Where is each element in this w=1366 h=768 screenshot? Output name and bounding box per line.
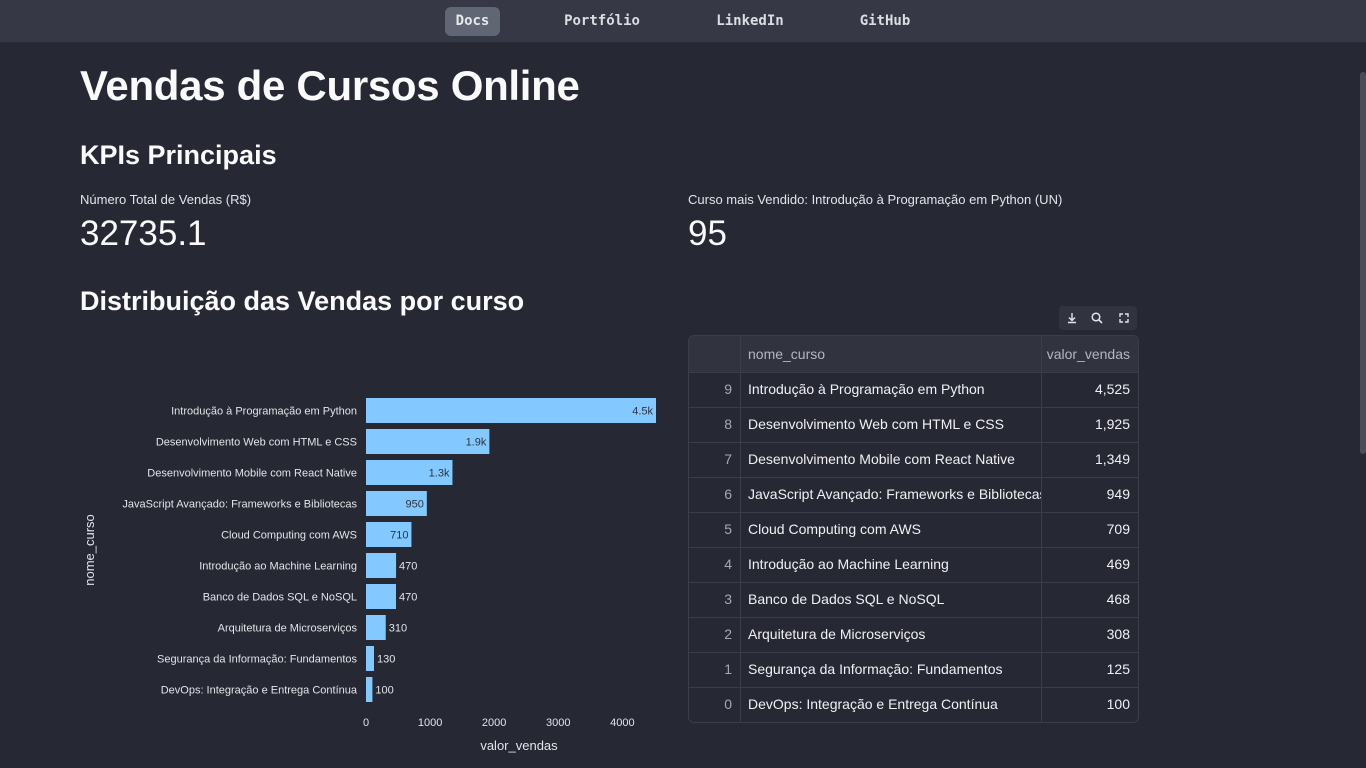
cell-valor-vendas[interactable]: 709 <box>1041 512 1138 546</box>
chart-bar <box>366 584 396 609</box>
kpi-heading: KPIs Principais <box>80 140 277 170</box>
chart-data-label: 1.9k <box>466 437 487 449</box>
chart-bar <box>366 553 397 578</box>
chart-category-label: Banco de Dados SQL e NoSQL <box>203 592 357 604</box>
chart-x-tick-label: 2000 <box>482 717 506 729</box>
cell-nome-curso[interactable]: JavaScript Avançado: Frameworks e Biblio… <box>740 477 1041 511</box>
top-nav: Docs Portfólio LinkedIn GitHub <box>0 0 1366 43</box>
cell-valor-vendas[interactable]: 100 <box>1041 687 1138 721</box>
chart-data-label: 950 <box>405 499 423 511</box>
cell-nome-curso[interactable]: Introdução ao Machine Learning <box>740 547 1041 581</box>
nav-linkedin[interactable]: LinkedIn <box>704 7 796 36</box>
cell-nome-curso[interactable]: Desenvolvimento Mobile com React Native <box>740 442 1041 476</box>
row-index: 9 <box>724 381 732 397</box>
table-row[interactable]: 7 Desenvolvimento Mobile com React Native… <box>689 442 1138 478</box>
chart-category-label: Arquitetura de Microserviços <box>218 623 358 635</box>
cell-valor-vendas[interactable]: 1,925 <box>1041 407 1138 441</box>
chart-x-tick-label: 3000 <box>546 717 570 729</box>
header-valor-vendas[interactable]: valor_vendas <box>1041 336 1138 372</box>
chart-category-label: Segurança da Informação: Fundamentos <box>157 654 357 666</box>
cell-nome-curso[interactable]: Segurança da Informação: Fundamentos <box>740 652 1041 686</box>
table-header: nome_curso valor_vendas <box>689 336 1138 373</box>
chart-data-label: 470 <box>399 561 417 573</box>
sales-table[interactable]: nome_curso valor_vendas 9 Introdução à Pr… <box>688 335 1139 723</box>
chart-x-axis-title: valor_vendas <box>480 738 558 753</box>
chart-x-tick-label: 0 <box>363 717 369 729</box>
cell-nome-curso[interactable]: Introdução à Programação em Python <box>740 372 1041 406</box>
table-row[interactable]: 4 Introdução ao Machine Learning 469 <box>689 547 1138 583</box>
column-divider <box>1041 336 1042 722</box>
chart-category-label: Introdução ao Machine Learning <box>199 561 357 573</box>
nav-portfolio[interactable]: Portfólio <box>552 7 652 36</box>
chart-category-label: Desenvolvimento Mobile com React Native <box>147 468 357 480</box>
sales-bar-chart: Introdução à Programação em Python 4.5k De… <box>82 398 656 753</box>
header-index <box>689 336 740 372</box>
chart-bar <box>366 615 386 640</box>
cell-nome-curso[interactable]: Desenvolvimento Web com HTML e CSS <box>740 407 1041 441</box>
cell-valor-vendas[interactable]: 468 <box>1041 582 1138 616</box>
table-row[interactable]: 3 Banco de Dados SQL e NoSQL 468 <box>689 582 1138 618</box>
download-icon[interactable] <box>1063 309 1081 327</box>
chart-data-label: 4.5k <box>632 406 653 418</box>
chart-data-label: 470 <box>399 592 417 604</box>
kpi-total-value: 32735.1 <box>80 214 207 253</box>
kpi-total-label: Número Total de Vendas (R$) <box>80 192 252 207</box>
kpi-top-course-label: Curso mais Vendido: Introdução à Program… <box>688 192 1063 207</box>
row-index: 2 <box>724 626 732 642</box>
row-index: 4 <box>724 556 732 572</box>
row-index: 7 <box>724 451 732 467</box>
chart-data-label: 1.3k <box>429 468 450 480</box>
cell-valor-vendas[interactable]: 1,349 <box>1041 442 1138 476</box>
fullscreen-icon[interactable] <box>1115 309 1133 327</box>
chart-bar <box>366 677 373 702</box>
table-row[interactable]: 6 JavaScript Avançado: Frameworks e Bibli… <box>689 477 1138 513</box>
chart-bar <box>366 398 656 423</box>
chart-y-axis-title: nome_curso <box>82 514 97 586</box>
cell-nome-curso[interactable]: DevOps: Integração e Entrega Contínua <box>740 687 1041 721</box>
chart-data-label: 710 <box>390 530 408 542</box>
cell-valor-vendas[interactable]: 949 <box>1041 477 1138 511</box>
chart-category-label: Desenvolvimento Web com HTML e CSS <box>156 437 357 449</box>
chart-category-label: DevOps: Integração e Entrega Contínua <box>161 685 358 697</box>
chart-data-label: 130 <box>377 654 395 666</box>
nav-docs[interactable]: Docs <box>445 7 500 36</box>
chart-data-label: 100 <box>375 685 393 697</box>
cell-valor-vendas[interactable]: 4,525 <box>1041 372 1138 406</box>
table-row[interactable]: 9 Introdução à Programação em Python 4,525 <box>689 372 1138 408</box>
chart-data-label: 310 <box>389 623 407 635</box>
cell-valor-vendas[interactable]: 308 <box>1041 617 1138 651</box>
kpi-top-course-value: 95 <box>688 214 727 253</box>
column-divider <box>740 336 741 722</box>
page-scrollbar[interactable] <box>1360 72 1366 454</box>
table-row[interactable]: 2 Arquitetura de Microserviços 308 <box>689 617 1138 653</box>
cell-nome-curso[interactable]: Cloud Computing com AWS <box>740 512 1041 546</box>
table-row[interactable]: 8 Desenvolvimento Web com HTML e CSS 1,925 <box>689 407 1138 443</box>
nav-github[interactable]: GitHub <box>848 7 922 36</box>
row-index: 8 <box>724 416 732 432</box>
row-index: 5 <box>724 521 732 537</box>
row-index: 0 <box>724 696 732 712</box>
chart-x-tick-label: 4000 <box>610 717 634 729</box>
cell-valor-vendas[interactable]: 125 <box>1041 652 1138 686</box>
table-row[interactable]: 1 Segurança da Informação: Fundamentos 125 <box>689 652 1138 688</box>
cell-nome-curso[interactable]: Arquitetura de Microserviços <box>740 617 1041 651</box>
header-nome-curso[interactable]: nome_curso <box>740 336 1041 372</box>
distribution-heading: Distribuição das Vendas por curso <box>80 286 525 316</box>
row-index: 3 <box>724 591 732 607</box>
cell-valor-vendas[interactable]: 469 <box>1041 547 1138 581</box>
chart-bar <box>366 646 375 671</box>
search-icon[interactable] <box>1088 309 1106 327</box>
page-title: Vendas de Cursos Online <box>80 62 580 109</box>
table-toolbar <box>1059 306 1137 330</box>
row-index: 6 <box>724 486 732 502</box>
cell-nome-curso[interactable]: Banco de Dados SQL e NoSQL <box>740 582 1041 616</box>
chart-category-label: Introdução à Programação em Python <box>171 406 357 418</box>
chart-category-label: JavaScript Avançado: Frameworks e Biblio… <box>122 499 357 511</box>
table-row[interactable]: 0 DevOps: Integração e Entrega Contínua 10… <box>689 687 1138 722</box>
table-row[interactable]: 5 Cloud Computing com AWS 709 <box>689 512 1138 548</box>
chart-category-label: Cloud Computing com AWS <box>221 530 357 542</box>
chart-x-tick-label: 1000 <box>418 717 442 729</box>
row-index: 1 <box>724 661 732 677</box>
